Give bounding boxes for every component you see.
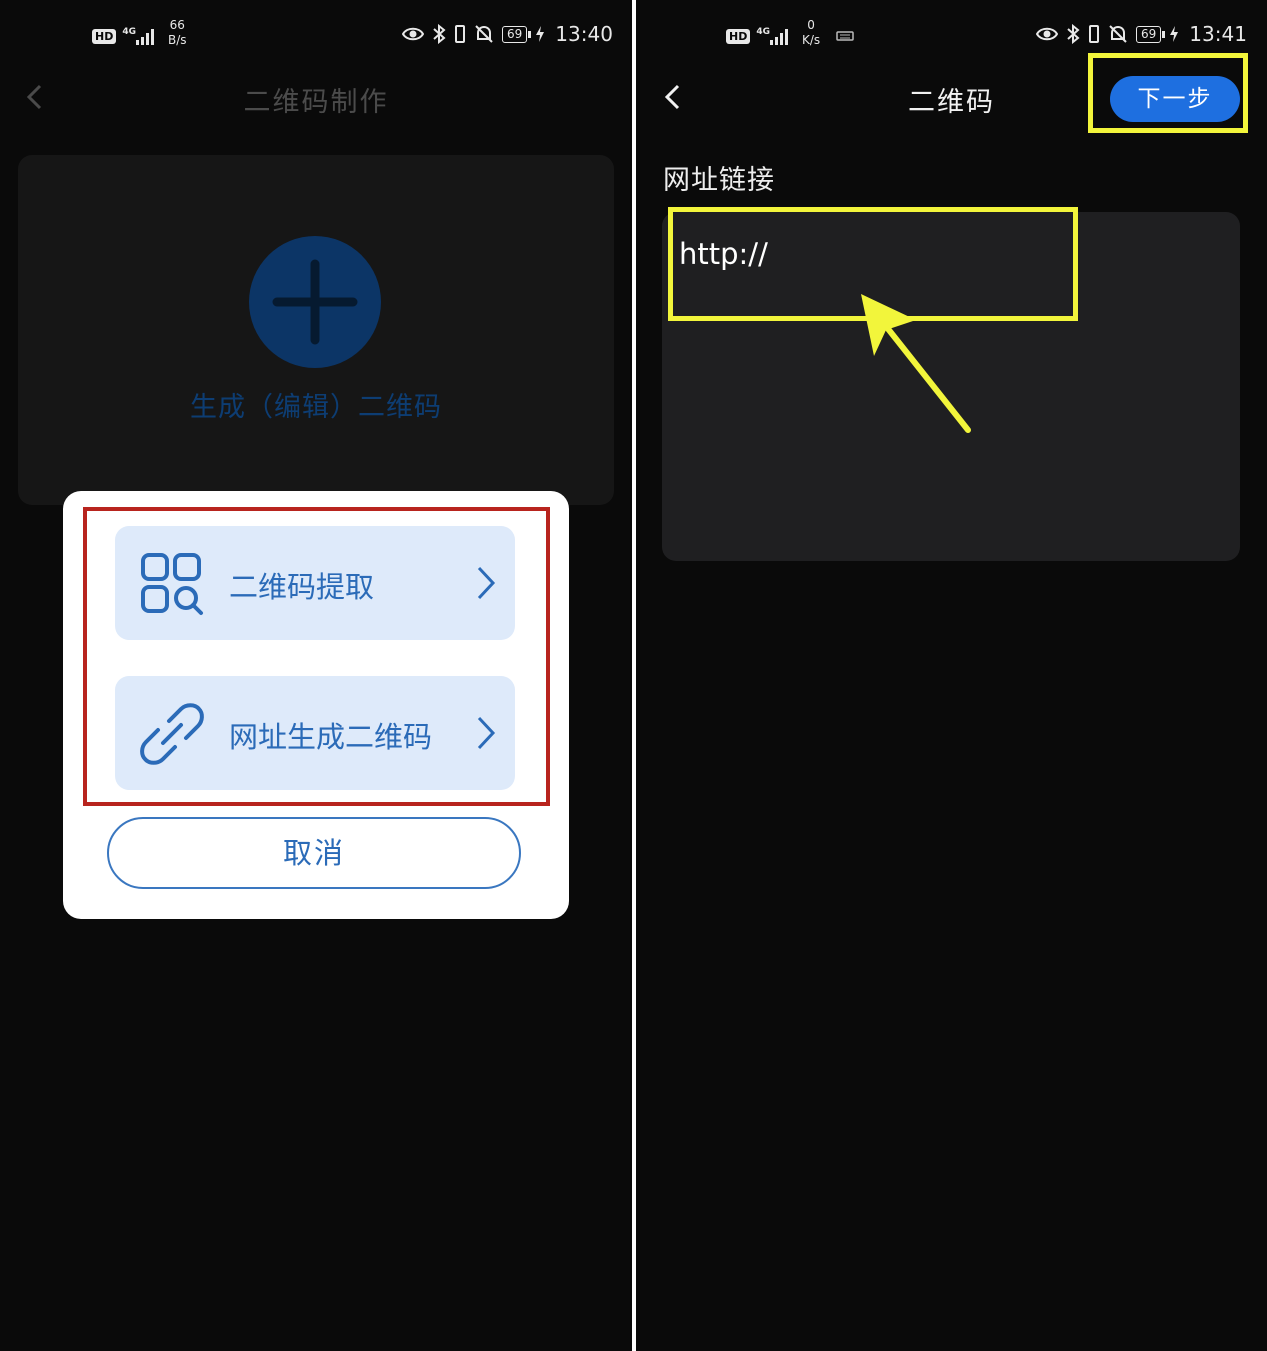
signal-icon: 4G [122,27,154,45]
highlight-box-yellow-next [1088,53,1248,133]
cancel-button[interactable]: 取消 [107,817,521,889]
charging-icon [536,26,545,42]
status-left: HD 4G 66 B/s [92,18,187,48]
plus-icon [272,259,358,345]
clock: 13:40 [555,22,613,46]
highlight-box-red [83,507,550,806]
signal-icon: 4G [756,27,788,45]
status-left: HD 4G 0 K/s [726,18,854,48]
page-title: 二维码制作 [243,87,389,118]
eye-icon [402,27,424,41]
hd-badge: HD [92,28,117,44]
vibrate-icon [1089,25,1099,43]
battery-indicator: 69 [1136,25,1166,43]
mute-bell-icon [1109,25,1127,43]
generate-label: 生成（编辑）二维码 [190,392,442,423]
battery-indicator: 69 [502,25,532,43]
eye-icon [1036,27,1058,41]
hd-badge: HD [726,28,751,44]
left-screen: HD 4G 66 B/s 69 13:40 二维码制作 生成（编辑）二维码 二维… [0,0,632,1351]
status-bar: HD 4G 66 B/s 69 13:40 [0,14,632,58]
bluetooth-icon [433,24,446,44]
status-right: 69 13:41 [1036,22,1247,46]
add-button[interactable] [249,236,381,368]
generate-card[interactable]: 生成（编辑）二维码 [18,155,614,505]
vibrate-icon [455,25,465,43]
annotation-arrow-icon [861,294,971,433]
option-dialog: 二维码提取 网址生成二维码 取消 [63,491,569,919]
keyboard-icon [836,31,854,41]
status-right: 69 13:40 [402,22,613,46]
right-screen: HD 4G 0 K/s 69 13:41 二维码 下一步 网址链接 [636,0,1267,1351]
network-speed: 0 K/s [802,18,821,47]
bluetooth-icon [1067,24,1080,44]
url-section-label: 网址链接 [663,165,775,196]
network-speed: 66 B/s [168,18,187,47]
clock: 13:41 [1189,22,1247,46]
status-bar: HD 4G 0 K/s 69 13:41 [636,14,1267,58]
charging-icon [1170,26,1179,42]
mute-bell-icon [475,25,493,43]
